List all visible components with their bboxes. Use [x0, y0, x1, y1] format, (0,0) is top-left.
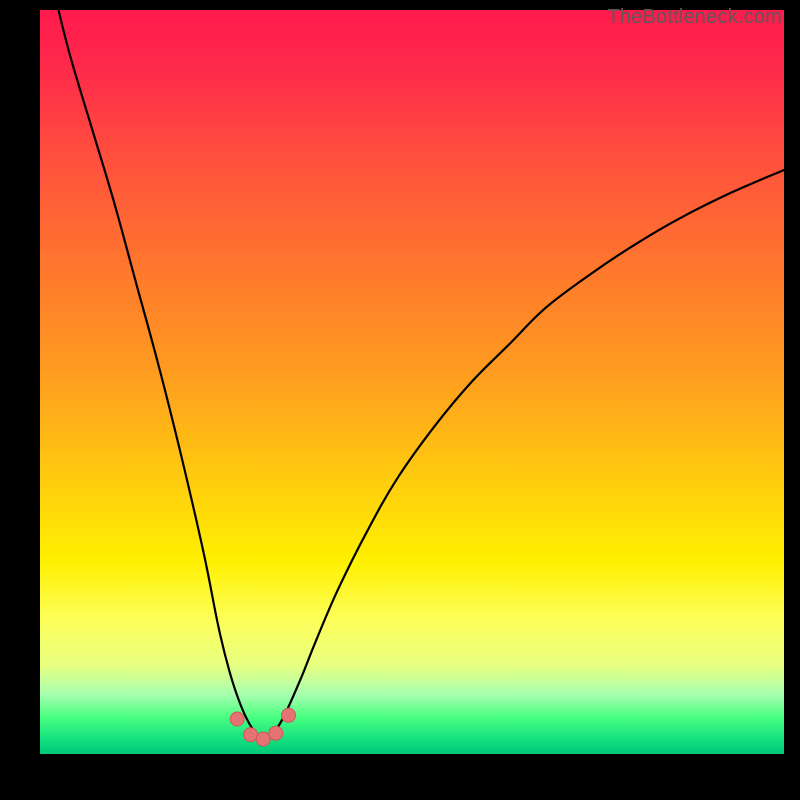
bottleneck-curve	[55, 10, 784, 739]
plot-area	[40, 10, 784, 754]
data-marker	[244, 728, 258, 742]
data-marker	[269, 726, 283, 740]
watermark-text: TheBottleneck.com	[607, 6, 782, 29]
chart-frame: TheBottleneck.com	[0, 0, 800, 800]
data-marker	[230, 712, 244, 726]
curve-layer	[55, 10, 784, 739]
data-marker	[282, 708, 296, 722]
chart-svg	[40, 10, 784, 754]
data-marker	[256, 732, 270, 746]
marker-layer	[230, 708, 295, 746]
